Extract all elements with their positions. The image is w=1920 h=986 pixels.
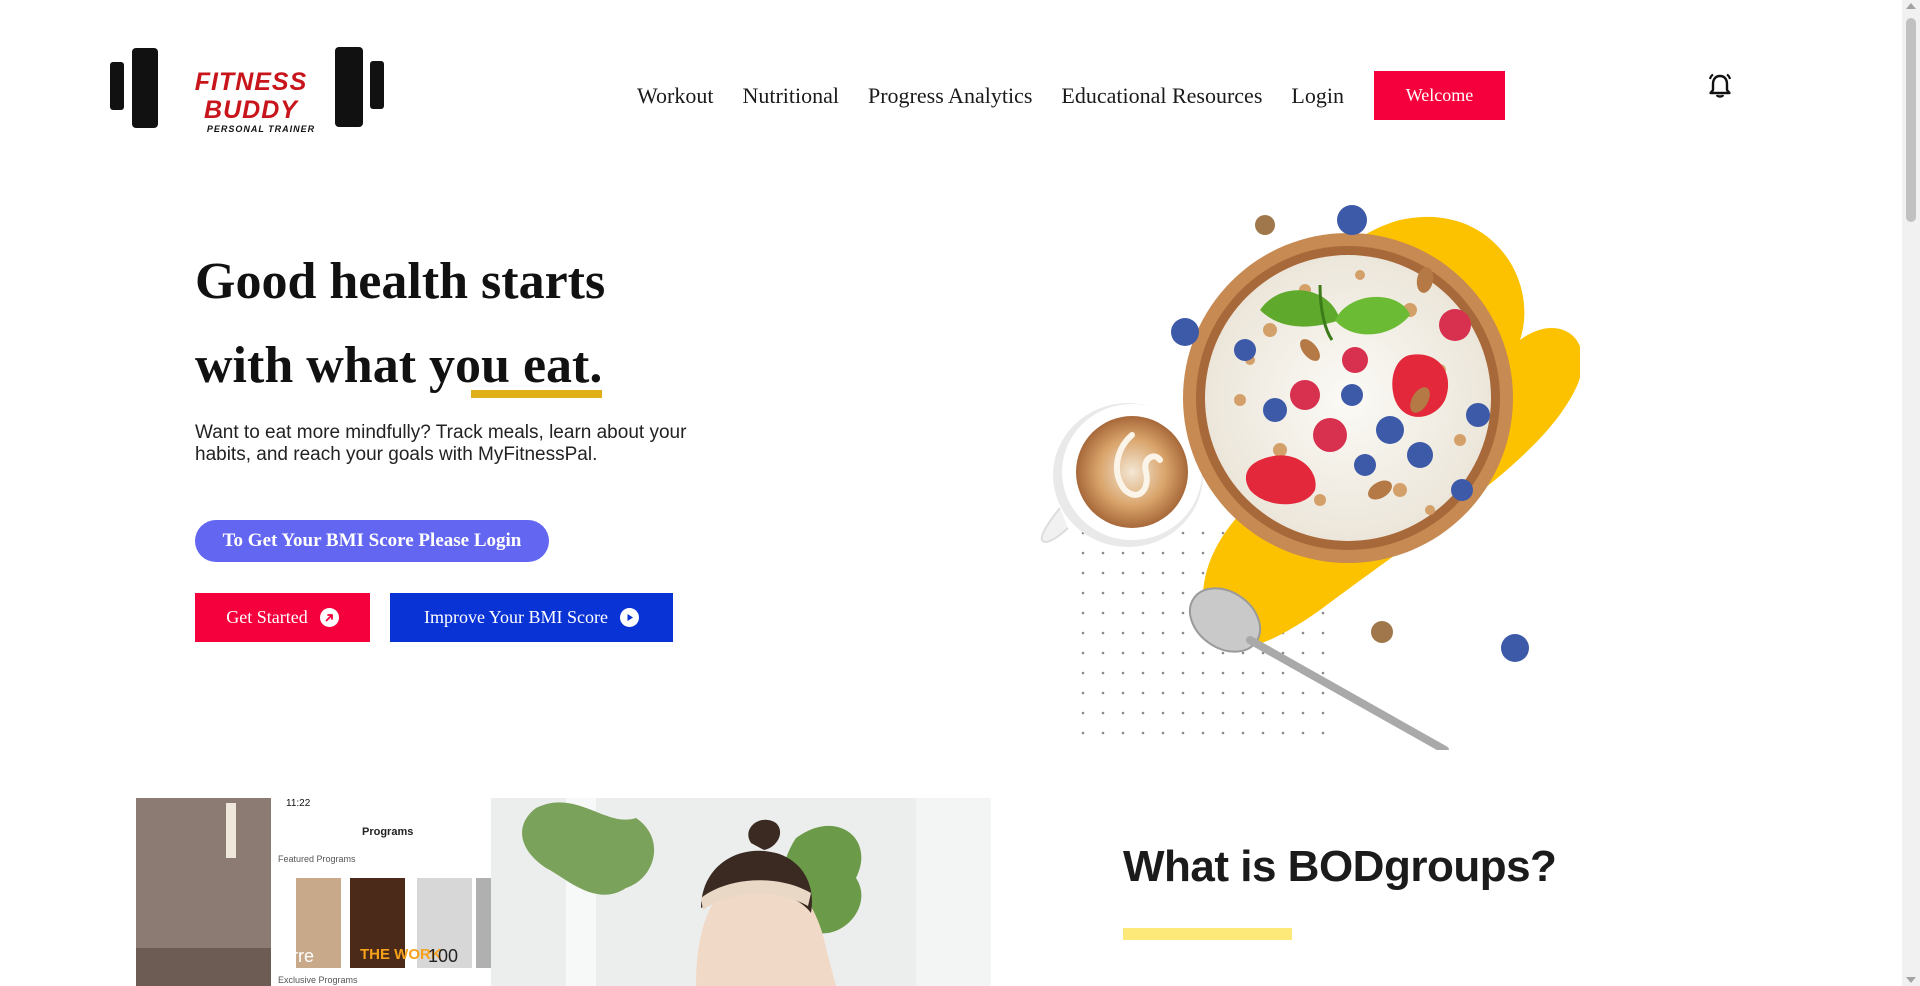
bmi-login-button[interactable]: To Get Your BMI Score Please Login <box>195 520 549 562</box>
preview-header: Programs <box>362 826 414 838</box>
scroll-thumb[interactable] <box>1906 18 1916 222</box>
play-icon <box>620 608 639 627</box>
nav-progress-analytics[interactable]: Progress Analytics <box>868 83 1032 108</box>
nav-nutritional[interactable]: Nutritional <box>742 83 839 108</box>
preview-featured-label: Featured Programs <box>278 854 356 864</box>
bell-icon[interactable] <box>1706 72 1734 100</box>
brand-title: FITNESS BUDDY <box>194 68 308 124</box>
nav-login[interactable]: Login <box>1291 83 1344 108</box>
preview-time: 11:22 <box>286 798 311 809</box>
hero-title-line2-prefix: with what yo <box>195 337 482 394</box>
scroll-up-arrow-icon[interactable] <box>1906 3 1916 9</box>
breakfast-bowl-illustration <box>1020 190 1583 754</box>
hero-title-line1: Good health starts <box>195 253 606 310</box>
hero-title-highlight: u eat. <box>471 324 603 408</box>
get-started-button[interactable]: Get Started <box>195 593 370 642</box>
brand-text: FITNESS BUDDY PERSONAL TRAINER <box>166 68 336 134</box>
brand-subtitle: PERSONAL TRAINER <box>206 124 316 134</box>
page-scrollbar[interactable] <box>1902 0 1920 986</box>
about-title-underline <box>1123 928 1292 940</box>
preview-card-100: 100 <box>428 946 459 966</box>
nav-educational-resources[interactable]: Educational Resources <box>1061 83 1262 108</box>
get-started-label: Get Started <box>226 607 308 627</box>
preview-exclusive-label: Exclusive Programs <box>278 975 358 985</box>
scroll-down-arrow-icon[interactable] <box>1906 977 1916 983</box>
about-title: What is BODgroups? <box>1123 842 1557 891</box>
main-nav: Workout Nutritional Progress Analytics E… <box>637 71 1505 120</box>
hero-description: Want to eat more mindfully? Track meals,… <box>195 422 687 465</box>
hero-title: Good health starts with what you eat. <box>195 240 605 408</box>
nav-workout[interactable]: Workout <box>637 83 713 108</box>
improve-bmi-button[interactable]: Improve Your BMI Score <box>390 593 673 642</box>
preview-card-barre: barre <box>272 946 315 966</box>
welcome-button[interactable]: Welcome <box>1373 71 1505 120</box>
hero-title-line2: with what you eat. <box>195 324 605 408</box>
arrow-up-right-icon <box>319 608 339 627</box>
brand-logo[interactable]: FITNESS BUDDY PERSONAL TRAINER <box>108 46 388 134</box>
improve-bmi-label: Improve Your BMI Score <box>424 607 608 627</box>
app-preview-video[interactable]: 11:22 Programs Featured Programs barre T… <box>136 798 991 986</box>
